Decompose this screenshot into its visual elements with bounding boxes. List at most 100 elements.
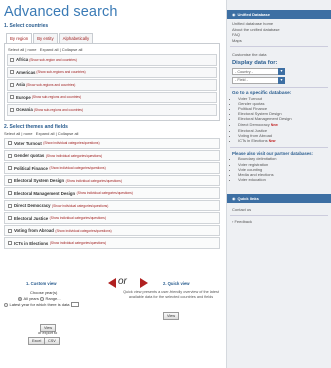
view-options: 1. Custom view or 2. Quick view Choose y… (4, 275, 222, 368)
step1-heading: 1. Select countries (4, 23, 49, 29)
unified-database-header: ◉ Unified Database (227, 10, 331, 19)
region-expand-link[interactable]: (Show sub-regions and countries) (26, 83, 75, 87)
select-all-link[interactable]: Select all (4, 131, 20, 136)
theme-label: ICTs in Elections (14, 240, 49, 246)
latest-year-select[interactable] (70, 302, 79, 307)
divider (230, 147, 328, 149)
region-row-asia: Asia (Show sub-regions and countries) (7, 79, 217, 91)
theme-checkbox[interactable] (8, 216, 12, 221)
theme-checkbox[interactable] (8, 203, 12, 208)
region-expand-link[interactable]: (Show sub-regions and countries) (34, 108, 83, 112)
region-row-americas: Americas (Show sub-regions and countries… (7, 66, 217, 78)
select-none-link[interactable]: none (28, 47, 37, 52)
quick-view-title: 2. Quick view (163, 281, 190, 286)
region-expand-link[interactable]: (Show sub-regions and countries) (36, 70, 85, 74)
theme-expand-link[interactable]: (Show individual categories/questions) (50, 216, 106, 220)
partner-link[interactable]: Voter education (238, 177, 331, 182)
theme-checkbox[interactable] (8, 178, 12, 183)
theme-expand-link[interactable]: (Show individual categories/questions) (43, 141, 99, 145)
region-checkbox[interactable] (10, 107, 14, 112)
field-select-value: - Field - (235, 78, 248, 82)
collapse-all-link[interactable]: Collapse all (58, 131, 79, 136)
region-label: Africa (16, 57, 29, 63)
region-expand-link[interactable]: (Show sub-region and countries) (29, 58, 77, 62)
expand-all-link[interactable]: Expand all (36, 131, 55, 136)
select-all-link[interactable]: Select all (8, 47, 24, 52)
range-radio[interactable] (39, 296, 44, 301)
database-list: Voter Turnout Gender quotas Political Fi… (227, 96, 331, 145)
region-row-oceania: Oceania (Show sub-regions and countries) (7, 104, 217, 116)
divider (230, 86, 328, 88)
region-row-europe: Europe (Show sub-regions and countries) (7, 91, 217, 103)
tab-alphabetically[interactable]: Alphabetically (58, 33, 94, 43)
or-label: or (118, 276, 127, 287)
collapse-all-link[interactable]: Collapse all (62, 47, 83, 52)
region-checkbox[interactable] (10, 70, 14, 75)
region-checkbox[interactable] (10, 82, 14, 87)
theme-row: Electoral System Design (Show individual… (4, 174, 220, 187)
database-link[interactable]: ICTs in Elections (238, 138, 268, 143)
field-select[interactable]: - Field - ▼ (232, 76, 285, 84)
all-years-radio[interactable] (18, 296, 22, 301)
separator: | (55, 130, 57, 136)
all-years-row: All years Range... (18, 296, 61, 301)
theme-row: Gender quotas (Show individual categorie… (4, 149, 220, 162)
theme-expand-link[interactable]: (Show individual categories/questions) (46, 154, 102, 158)
region-checkbox[interactable] (10, 95, 14, 100)
chevron-down-icon: ▼ (278, 68, 285, 76)
theme-expand-link[interactable]: (Show individual categories/questions) (52, 204, 108, 208)
region-label: Oceania (16, 107, 33, 113)
theme-label: Voter Turnout (14, 140, 42, 146)
country-tabs: By region By entity Alphabetically (6, 33, 220, 43)
divider (230, 215, 328, 217)
database-link[interactable]: Direct Democracy (238, 122, 270, 127)
select-none-link[interactable]: none (24, 131, 33, 136)
theme-label: Electoral Management Design (14, 190, 76, 196)
theme-expand-link[interactable]: (Show individual categories/questions) (50, 241, 106, 245)
region-label: Europe (16, 94, 31, 100)
quick-links-title: Quick links (237, 196, 259, 202)
region-label: Asia (16, 82, 26, 88)
link-maps[interactable]: Maps (232, 38, 328, 44)
region-checkbox[interactable] (10, 57, 14, 62)
theme-checkbox[interactable] (8, 166, 12, 171)
theme-expand-link[interactable]: (Show individual categories/questions) (49, 166, 105, 170)
theme-expand-link[interactable]: (Show individual categories/questions) (66, 179, 122, 183)
theme-row: ICTs in Elections (Show individual categ… (4, 237, 220, 249)
quick-view-button[interactable]: View (163, 312, 180, 320)
theme-row: Voting from Abroad (Show individual cate… (4, 224, 220, 237)
export-excel-button[interactable]: Excel (28, 337, 46, 345)
theme-checkbox[interactable] (8, 153, 12, 158)
separator: | (25, 47, 27, 52)
theme-row: Electoral Justice (Show individual categ… (4, 212, 220, 224)
field-select-wrap: - Field - ▼ (227, 76, 331, 84)
step1-select-links: Select all | none Expand all | Collapse … (8, 47, 217, 52)
tab-by-region[interactable]: By region (6, 33, 33, 43)
separator: | (59, 47, 61, 52)
arrow-left-icon (108, 278, 116, 288)
region-expand-link[interactable]: (Show sub-regions and countries) (32, 95, 81, 99)
expand-all-link[interactable]: Expand all (40, 47, 59, 52)
range-label: Range... (45, 296, 61, 301)
export-csv-button[interactable]: CSV (44, 337, 60, 345)
theme-checkbox[interactable] (8, 141, 12, 146)
theme-label: Electoral System Design (14, 178, 65, 184)
feedback-link[interactable]: › Feedback (227, 219, 331, 224)
theme-row: Electoral Management Design (Show indivi… (4, 187, 220, 199)
step2-heading: 2. Select themes and fields (4, 123, 68, 130)
theme-expand-link[interactable]: (Show individual categories/questions) (77, 191, 133, 195)
latest-year-radio[interactable] (4, 302, 8, 307)
tab-by-entity[interactable]: By entity (33, 33, 58, 43)
contact-link[interactable]: Contact us (227, 207, 331, 212)
country-select-wrap: - Country - ▼ (227, 68, 331, 76)
latest-year-row: Latest year for which there is data (4, 302, 79, 307)
theme-checkbox[interactable] (8, 191, 12, 196)
theme-checkbox[interactable] (8, 241, 12, 246)
theme-checkbox[interactable] (8, 228, 12, 233)
region-panel: Select all | none Expand all | Collapse … (4, 43, 220, 121)
theme-row: Direct Democracy (Show individual catego… (4, 199, 220, 212)
theme-label: Voting from Abroad (14, 228, 54, 234)
theme-label: Direct Democracy (14, 203, 51, 209)
country-select[interactable]: - Country - ▼ (232, 68, 285, 76)
theme-expand-link[interactable]: (Show individual categories/questions) (55, 229, 111, 233)
